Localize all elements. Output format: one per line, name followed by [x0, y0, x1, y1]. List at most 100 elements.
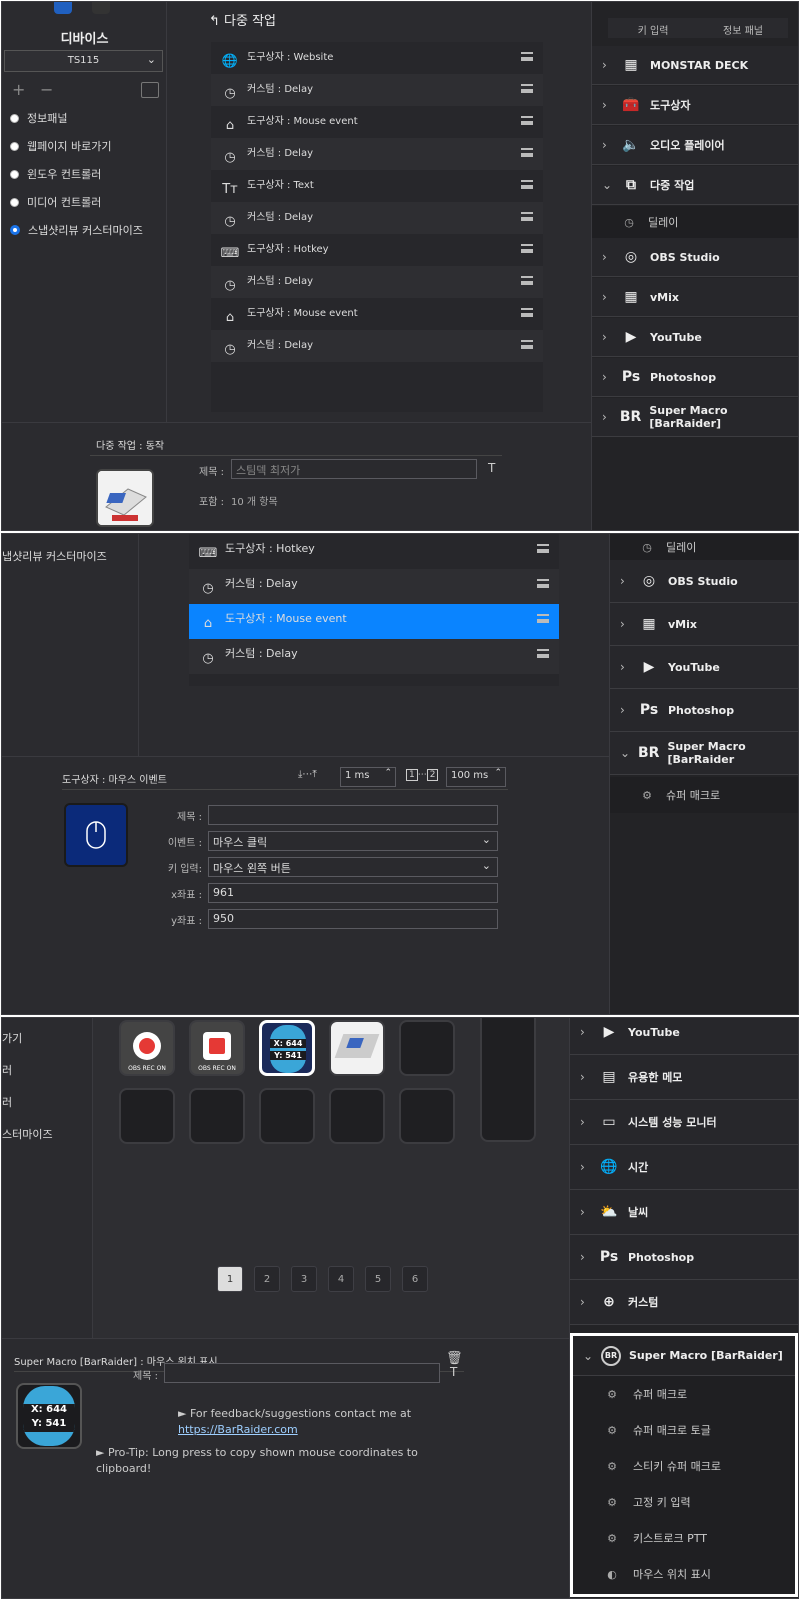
drag-handle-icon[interactable] — [521, 52, 533, 61]
mouse-position-thumbnail[interactable]: X: 644 Y: 541 — [16, 1383, 82, 1449]
radio-icon[interactable] — [10, 197, 19, 207]
drag-handle-icon[interactable] — [537, 544, 549, 553]
library-item[interactable]: › Ps Photoshop — [610, 689, 798, 732]
back-title[interactable]: ↰ 다중 작업 — [209, 10, 276, 29]
font-text-icon[interactable]: T — [488, 461, 495, 475]
title-input[interactable]: 스팀덱 최저가 — [231, 459, 477, 479]
library-item[interactable]: › 🧰 도구상자 — [592, 86, 798, 125]
drag-handle-icon[interactable] — [521, 180, 533, 189]
key-slot[interactable] — [399, 1088, 455, 1144]
radio-icon[interactable] — [10, 141, 19, 151]
remove-icon[interactable]: − — [40, 80, 53, 99]
sidebar-item-partial[interactable]: 가기 — [2, 1030, 22, 1046]
library-sub-item[interactable]: ⚙ 키스트로크 PTT — [573, 1520, 795, 1556]
page-button[interactable]: 5 — [365, 1266, 391, 1292]
library-sub-item[interactable]: ⚙ 슈퍼 매크로 — [610, 777, 798, 813]
sidebar-item[interactable]: 윈도우 컨트롤러 — [10, 166, 101, 182]
drag-handle-icon[interactable] — [537, 649, 549, 658]
sidebar-item[interactable]: 웹페이지 바로가기 — [10, 138, 111, 154]
device-select[interactable]: TS115 ⌄ — [4, 50, 163, 72]
library-item[interactable]: ⌄ ⧉ 다중 작업 — [592, 166, 798, 205]
page-button[interactable]: 4 — [328, 1266, 354, 1292]
drag-handle-icon[interactable] — [521, 116, 533, 125]
drag-handle-icon[interactable] — [521, 84, 533, 93]
library-item-super-macro[interactable]: ⌄ BR Super Macro [BarRaider] — [573, 1336, 795, 1376]
library-item[interactable]: › ▦ vMix — [610, 603, 798, 646]
radio-icon[interactable] — [10, 113, 19, 123]
dial-slot[interactable] — [480, 1018, 536, 1142]
key-slot[interactable] — [399, 1020, 455, 1076]
action-row[interactable]: ⌨ 도구상자 : Hotkey — [211, 234, 543, 266]
key-slot[interactable]: OBS REC ON — [189, 1020, 245, 1076]
mouse-key-thumbnail[interactable] — [64, 803, 128, 867]
barraider-link[interactable]: https://BarRaider.com — [178, 1423, 298, 1436]
tab-info-panel[interactable]: 정보 패널 — [698, 18, 788, 38]
trash-icon[interactable]: 🗑 — [446, 1351, 463, 1366]
form-select[interactable]: 마우스 왼쪽 버튼 ⌄ — [208, 857, 498, 877]
page-button[interactable]: 1 — [217, 1266, 243, 1292]
key-slot[interactable] — [259, 1088, 315, 1144]
library-item[interactable]: › ▤ 유용한 메모 — [570, 1055, 798, 1100]
key-slot[interactable]: X: 644 Y: 541 — [259, 1020, 315, 1076]
sidebar-item[interactable]: 정보패널 — [10, 110, 67, 126]
action-row[interactable]: ◷ 커스텀 : Delay — [189, 569, 559, 604]
font-text-icon[interactable]: T — [450, 1365, 457, 1379]
key-slot[interactable] — [189, 1088, 245, 1144]
key-slot[interactable]: OBS REC ON — [119, 1020, 175, 1076]
action-row[interactable]: Tт 도구상자 : Text — [211, 170, 543, 202]
drag-handle-icon[interactable] — [521, 340, 533, 349]
library-item[interactable]: › BR Super Macro [BarRaider] — [592, 398, 798, 437]
sidebar-item-partial[interactable]: 스터마이즈 — [2, 1126, 53, 1142]
drag-handle-icon[interactable] — [521, 148, 533, 157]
library-item[interactable]: › ▶ YouTube — [592, 318, 798, 357]
page-button[interactable]: 6 — [402, 1266, 428, 1292]
page-button[interactable]: 3 — [291, 1266, 317, 1292]
library-item[interactable]: › ⛅ 날씨 — [570, 1190, 798, 1235]
action-row[interactable]: 🌐 도구상자 : Website — [211, 42, 543, 74]
action-row[interactable]: ◷ 커스텀 : Delay — [211, 202, 543, 234]
sidebar-item-partial[interactable]: 냅샷리뷰 커스터마이즈 — [2, 548, 107, 564]
action-row[interactable]: ◷ 커스텀 : Delay — [189, 639, 559, 674]
delay-between-stepper[interactable]: 100 ms ⌃ — [446, 767, 506, 787]
key-slot[interactable] — [119, 1088, 175, 1144]
library-item[interactable]: › ▶ YouTube — [610, 646, 798, 689]
library-sub-item[interactable]: ◷ 딜레이 — [592, 206, 798, 238]
drag-handle-icon[interactable] — [521, 276, 533, 285]
library-item[interactable]: › 🔈 오디오 플레이어 — [592, 126, 798, 165]
library-sub-item[interactable]: ⚙ 슈퍼 매크로 — [573, 1376, 795, 1412]
library-sub-item[interactable]: ⚙ 슈퍼 매크로 토글 — [573, 1412, 795, 1448]
form-input[interactable]: 950 — [208, 909, 498, 929]
library-sub-item[interactable]: ◷ 딜레이 — [610, 534, 798, 560]
page-button[interactable]: 2 — [254, 1266, 280, 1292]
action-row[interactable]: ⌂ 도구상자 : Mouse event — [211, 106, 543, 138]
action-row[interactable]: ⌂ 도구상자 : Mouse event — [211, 298, 543, 330]
title-input[interactable] — [164, 1363, 440, 1383]
library-item[interactable]: › 🌐 시간 — [570, 1145, 798, 1190]
sidebar-item[interactable]: 미디어 컨트롤러 — [10, 194, 101, 210]
delay-before-stepper[interactable]: 1 ms ⌃ — [340, 767, 396, 787]
key-thumbnail[interactable] — [96, 469, 154, 527]
action-row[interactable]: ◷ 커스텀 : Delay — [211, 138, 543, 170]
action-row[interactable]: ⌂ 도구상자 : Mouse event — [189, 604, 559, 639]
drag-handle-icon[interactable] — [521, 212, 533, 221]
library-item[interactable]: › ▦ vMix — [592, 278, 798, 317]
library-item[interactable]: › ◎ OBS Studio — [610, 560, 798, 603]
action-row[interactable]: ⌨ 도구상자 : Hotkey — [189, 534, 559, 569]
sidebar-item-partial[interactable]: 러 — [2, 1094, 12, 1110]
library-item[interactable]: › ◎ OBS Studio — [592, 238, 798, 277]
library-sub-item[interactable]: ⚙ 고정 키 입력 — [573, 1484, 795, 1520]
device-icon[interactable] — [54, 2, 72, 14]
radio-icon[interactable] — [10, 225, 20, 235]
library-sub-item[interactable]: ⚙ 스티키 슈퍼 매크로 — [573, 1448, 795, 1484]
library-item[interactable]: › ▦ MONSTAR DECK — [592, 46, 798, 85]
library-item[interactable]: › ▭ 시스템 성능 모니터 — [570, 1100, 798, 1145]
drag-handle-icon[interactable] — [521, 244, 533, 253]
settings-icon[interactable] — [92, 2, 110, 14]
form-input[interactable]: 961 — [208, 883, 498, 903]
sidebar-item-partial[interactable]: 러 — [2, 1062, 12, 1078]
action-row[interactable]: ◷ 커스텀 : Delay — [211, 266, 543, 298]
radio-icon[interactable] — [10, 169, 19, 179]
tab-key-input[interactable]: 키 입력 — [608, 18, 698, 38]
form-select[interactable]: 마우스 클릭 ⌄ — [208, 831, 498, 851]
drag-handle-icon[interactable] — [521, 308, 533, 317]
